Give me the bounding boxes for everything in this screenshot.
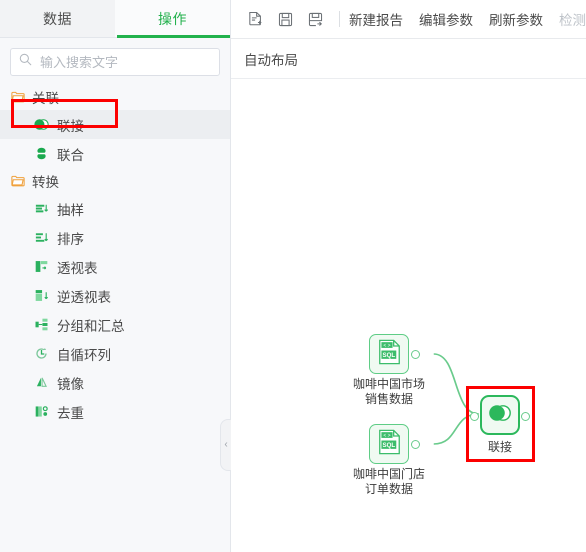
main-content-area: 新建报告 编辑参数 刷新参数 检测 自动布局 < > SQL 咖啡中国市场 销售… xyxy=(231,0,586,552)
sidebar-item-join[interactable]: 联接 xyxy=(0,110,230,139)
sidebar-item-self-loop[interactable]: 自循环列 xyxy=(0,339,230,368)
search-container xyxy=(0,38,230,82)
tab-data[interactable]: 数据 xyxy=(0,0,115,37)
search-icon xyxy=(19,53,38,71)
node-output-port[interactable] xyxy=(411,440,420,449)
left-sidebar-panel: 数据 操作 输入搜索文字 关联 联接 联合 转换 抽样 排序 透视表 逆透视表 … xyxy=(0,0,231,552)
detect-button[interactable]: 检测 xyxy=(559,9,586,29)
group-agg-icon xyxy=(33,317,49,332)
sidebar-item-sample[interactable]: 抽样 xyxy=(0,194,230,223)
sidebar-item-mirror-label: 镜像 xyxy=(57,376,84,392)
node-output-port[interactable] xyxy=(411,350,420,359)
tree-group-label: 转换 xyxy=(32,175,59,190)
sidebar-item-unpivot[interactable]: 逆透视表 xyxy=(0,281,230,310)
refresh-parameters-button[interactable]: 刷新参数 xyxy=(489,9,543,29)
auto-layout-button[interactable]: 自动布局 xyxy=(244,49,298,69)
sidebar-item-pivot-label: 透视表 xyxy=(57,260,98,276)
svg-text:< >: < > xyxy=(383,432,390,438)
node-body[interactable] xyxy=(470,395,530,435)
mirror-icon xyxy=(33,375,49,390)
flow-node-sql-source-2[interactable]: < > SQL 咖啡中国门店 订单数据 xyxy=(353,424,449,497)
flow-node-join[interactable]: 联接 xyxy=(470,395,560,455)
svg-text:SQL: SQL xyxy=(382,352,395,359)
search-box[interactable] xyxy=(10,48,220,76)
tree-group-label: 关联 xyxy=(32,91,59,106)
node-body[interactable]: < > SQL xyxy=(369,424,420,464)
tab-operations[interactable]: 操作 xyxy=(115,0,230,38)
search-input[interactable] xyxy=(38,53,211,71)
sidebar-item-sort[interactable]: 排序 xyxy=(0,223,230,252)
pivot-icon xyxy=(33,259,49,274)
sidebar-item-group-aggregate-label: 分组和汇总 xyxy=(57,318,125,334)
operations-tree: 关联 联接 联合 转换 抽样 排序 透视表 逆透视表 分组和汇总 自循环列 镜像… xyxy=(0,82,230,426)
flow-node-label: 咖啡中国市场 销售数据 xyxy=(352,377,425,406)
node-body[interactable]: < > SQL xyxy=(369,334,420,374)
flow-canvas[interactable]: < > SQL 咖啡中国市场 销售数据 < > SQL 咖啡中国门店 订单数据 … xyxy=(231,79,586,552)
tab-data-label: 数据 xyxy=(43,10,72,27)
sidebar-item-union-label: 联合 xyxy=(57,147,84,163)
save-as-icon[interactable] xyxy=(300,5,330,33)
sidebar-item-mirror[interactable]: 镜像 xyxy=(0,368,230,397)
sql-file-icon: < > SQL xyxy=(377,429,402,460)
sidebar-item-union[interactable]: 联合 xyxy=(0,139,230,168)
sidebar-item-self-loop-label: 自循环列 xyxy=(57,347,111,363)
join-venn-icon xyxy=(33,117,49,132)
union-icon xyxy=(33,146,49,161)
node-input-port[interactable] xyxy=(470,412,479,421)
main-toolbar: 新建报告 编辑参数 刷新参数 检测 xyxy=(231,0,586,39)
tab-operations-label: 操作 xyxy=(158,10,187,27)
flow-node-sql-source-1[interactable]: < > SQL 咖啡中国市场 销售数据 xyxy=(353,334,449,407)
sample-icon xyxy=(33,201,49,216)
folder-icon xyxy=(11,175,25,187)
node-output-port[interactable] xyxy=(521,412,530,421)
edit-parameters-button[interactable]: 编辑参数 xyxy=(419,9,473,29)
sidebar-item-group-aggregate[interactable]: 分组和汇总 xyxy=(0,310,230,339)
sidebar-tabs: 数据 操作 xyxy=(0,0,230,38)
self-loop-icon xyxy=(33,346,49,361)
sidebar-item-dedupe-label: 去重 xyxy=(57,405,84,421)
folder-icon xyxy=(11,91,25,103)
svg-text:SQL: SQL xyxy=(382,442,395,449)
sidebar-item-pivot[interactable]: 透视表 xyxy=(0,252,230,281)
flow-node-label: 咖啡中国门店 订单数据 xyxy=(352,467,425,496)
new-report-button[interactable]: 新建报告 xyxy=(349,9,403,29)
sidebar-item-join-label: 联接 xyxy=(57,118,84,134)
join-venn-icon xyxy=(487,400,513,431)
chevron-left-icon: ‹ xyxy=(224,439,228,450)
sql-file-icon: < > SQL xyxy=(377,339,402,370)
unpivot-icon xyxy=(33,288,49,303)
tree-group-association[interactable]: 关联 xyxy=(0,84,230,110)
collapse-panel-handle[interactable]: ‹ xyxy=(220,419,231,471)
save-icon[interactable] xyxy=(270,5,300,33)
tree-group-transform[interactable]: 转换 xyxy=(0,168,230,194)
dedupe-icon xyxy=(33,404,49,419)
sidebar-item-unpivot-label: 逆透视表 xyxy=(57,289,111,305)
svg-text:< >: < > xyxy=(383,342,390,348)
application-window: 数据 操作 输入搜索文字 关联 联接 联合 转换 抽样 排序 透视表 逆透视表 … xyxy=(0,0,586,552)
sort-icon xyxy=(33,230,49,245)
sidebar-item-sort-label: 排序 xyxy=(57,231,84,247)
toolbar-divider xyxy=(339,11,340,27)
flow-node-label: 联接 xyxy=(487,440,512,454)
new-document-icon[interactable] xyxy=(240,5,270,33)
canvas-toolbar: 自动布局 xyxy=(231,39,586,79)
sidebar-item-dedupe[interactable]: 去重 xyxy=(0,397,230,426)
sidebar-item-sample-label: 抽样 xyxy=(57,202,84,218)
